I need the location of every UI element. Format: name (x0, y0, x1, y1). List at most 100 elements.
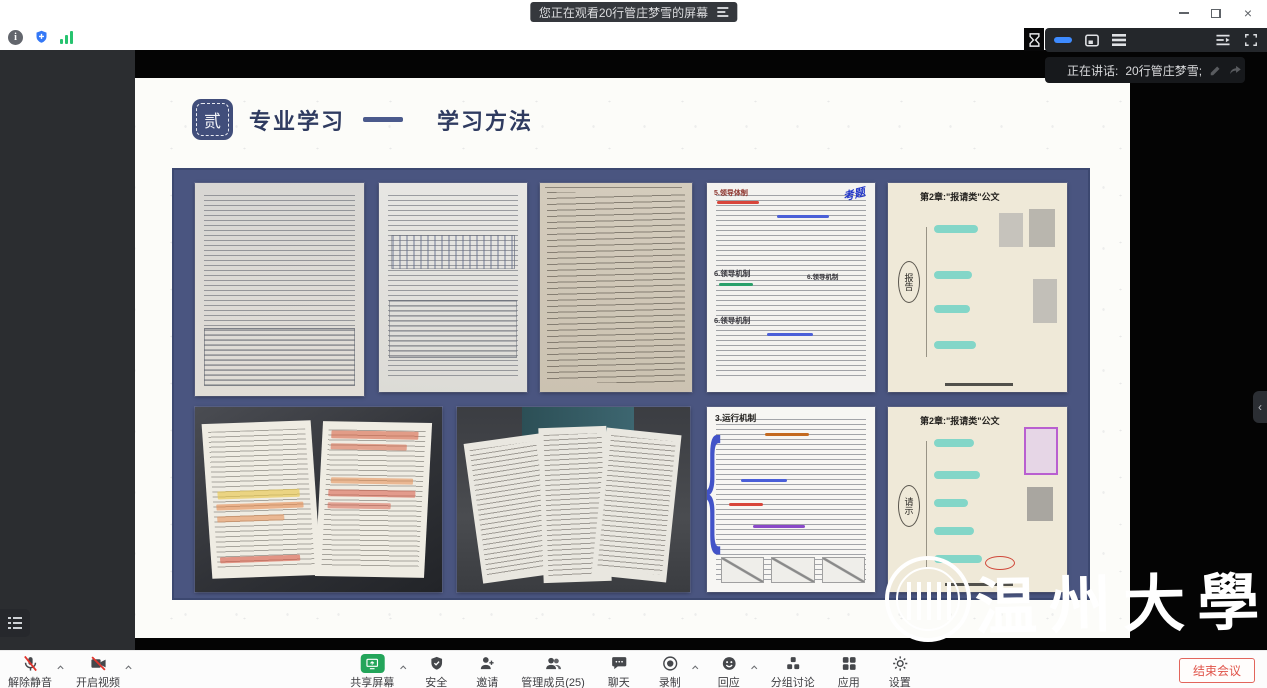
note-heading: 3.运行机制 (715, 412, 756, 424)
speaking-speaker-name: 20行管庄梦雪; (1125, 62, 1202, 79)
chevron-left-icon: ‹ (1258, 400, 1262, 414)
note-heading: 第2章:"报请类"公文 (920, 414, 1000, 427)
toolbar-center-group: 共享屏幕 安全 (350, 654, 917, 688)
toolbar-left-group: 解除静音 开启视频 (8, 654, 120, 688)
section-number: 贰 (204, 107, 221, 132)
shield-check-icon (428, 654, 444, 673)
react-chevron[interactable] (750, 659, 759, 677)
meeting-toolbar: 解除静音 开启视频 (0, 650, 1267, 688)
panel-collapse-handle[interactable]: ‹ (1253, 391, 1267, 423)
slide-subtitle: 学习方法 (437, 104, 533, 136)
member-list-toggle[interactable] (0, 609, 30, 637)
manage-members-button[interactable]: 管理成员(25) (521, 654, 585, 688)
speaking-indicator-bar: 正在讲话: 20行管庄梦雪; (1045, 57, 1245, 83)
shared-screen-left-gutter (0, 50, 135, 650)
unmute-label: 解除静音 (8, 674, 52, 688)
fullscreen-icon[interactable] (1244, 33, 1258, 47)
record-icon (661, 654, 678, 673)
chat-button[interactable]: 聊天 (602, 654, 636, 688)
photo-collage-frame: 5.领导体制 6.领导机制 6.领导机制 6.领导机制 考题 第2章:"报请类"… (172, 168, 1090, 600)
title-dash (363, 117, 403, 122)
note-photo-report-mindmap: 第2章:"报请类"公文 报告 (888, 183, 1067, 392)
watching-banner-text: 您正在观看20行管庄梦雪的屏幕 (539, 4, 708, 21)
minimize-button[interactable] (1171, 4, 1197, 22)
slide-title: 专业学习 (249, 104, 345, 136)
photo-open-textbook (195, 407, 442, 592)
note-photo-handwritten (540, 183, 692, 392)
mindmap-center: 报告 (898, 261, 920, 303)
speaker-view-icon[interactable] (1085, 34, 1099, 47)
record-button[interactable]: 录制 (653, 654, 687, 688)
react-label: 回应 (718, 674, 740, 688)
university-seal-icon (885, 556, 971, 642)
banner-menu-icon[interactable] (717, 7, 728, 17)
share-screen-label: 共享屏幕 (350, 674, 394, 688)
meeting-status-icons: i (8, 29, 73, 45)
gallery-list-icon[interactable] (1112, 34, 1126, 46)
note-photo-leadership-notes: 5.领导体制 6.领导机制 6.领导机制 6.领导机制 考题 (707, 183, 875, 392)
unmute-chevron[interactable] (56, 659, 65, 677)
note-photo-operation-notes: 3.运行机制 { (707, 407, 875, 592)
people-icon (544, 654, 563, 673)
end-meeting-button[interactable]: 结束会议 (1179, 658, 1255, 683)
note-heading: 6.领导机制 (714, 268, 750, 279)
watching-banner[interactable]: 您正在观看20行管庄梦雪的屏幕 (530, 2, 737, 22)
mini-charts-row (721, 557, 865, 583)
minimized-view-icon[interactable] (1054, 37, 1072, 43)
university-watermark: 温州大學 (885, 554, 1267, 644)
note-heading: 6.领导机制 (714, 315, 750, 326)
close-button[interactable]: × (1235, 4, 1261, 22)
shield-protect-icon[interactable] (34, 29, 49, 45)
apps-grid-icon (840, 654, 857, 673)
network-signal-icon[interactable] (60, 31, 73, 44)
annotate-icon[interactable] (1209, 63, 1223, 77)
viewer-layout-panel (1045, 28, 1267, 52)
start-video-chevron[interactable] (124, 659, 133, 677)
camera-off-icon (89, 654, 108, 673)
chat-label: 聊天 (608, 674, 630, 688)
restore-button[interactable] (1203, 4, 1229, 22)
info-icon[interactable]: i (8, 30, 23, 45)
record-chevron[interactable] (691, 659, 700, 677)
book-page-right (314, 421, 431, 578)
settings-button[interactable]: 设置 (883, 654, 917, 688)
watermark-text: 温州大學 (974, 551, 1267, 646)
shared-screen-area: 贰 专业学习 学习方法 5.领导体制 6.领导机制 6.领导机制 6.领导机制 (0, 50, 1267, 650)
share-screen-button[interactable]: 共享屏幕 (350, 654, 394, 688)
meeting-window: 您正在观看20行管庄梦雪的屏幕 × i 贰 专业学习 (0, 0, 1267, 688)
breakout-rooms-button[interactable]: 分组讨论 (771, 654, 815, 688)
note-photo-printed-doc (195, 183, 364, 396)
meeting-timer-chip[interactable] (1024, 28, 1044, 51)
member-list-toggle-icon (8, 617, 22, 629)
chat-bubble-icon (610, 654, 627, 673)
speaking-label: 正在讲话: (1067, 62, 1118, 79)
share-screen-icon (360, 654, 384, 673)
start-video-button[interactable]: 开启视频 (76, 654, 120, 688)
forward-arrow-icon[interactable] (1228, 63, 1243, 77)
invite-label: 邀请 (476, 674, 498, 688)
invite-button[interactable]: 邀请 (470, 654, 504, 688)
apps-button[interactable]: 应用 (832, 654, 866, 688)
brace-glyph: { (707, 421, 721, 549)
start-video-label: 开启视频 (76, 674, 120, 688)
smiley-icon (720, 654, 737, 673)
window-controls: × (1171, 4, 1261, 22)
unmute-button[interactable]: 解除静音 (8, 654, 52, 688)
mini-table (389, 300, 517, 358)
note-heading: 第2章:"报请类"公文 (920, 190, 1000, 203)
slide-header: 贰 专业学习 学习方法 (192, 99, 533, 140)
share-screen-chevron[interactable] (398, 659, 407, 677)
highlighted-document (1024, 427, 1058, 475)
speaking-bar-actions (1209, 63, 1243, 77)
react-button[interactable]: 回应 (712, 654, 746, 688)
note-heading: 5.领导体制 (714, 188, 748, 198)
photo-desk-notes (457, 407, 690, 592)
person-plus-icon (479, 654, 496, 673)
security-button[interactable]: 安全 (419, 654, 453, 688)
settings-label: 设置 (889, 674, 911, 688)
manage-members-label: 管理成员(25) (521, 674, 585, 688)
collapse-panel-icon[interactable] (1215, 33, 1231, 47)
hourglass-icon (1029, 33, 1040, 47)
book-page-left (202, 420, 322, 579)
note-photo-printed-chart (379, 183, 527, 392)
